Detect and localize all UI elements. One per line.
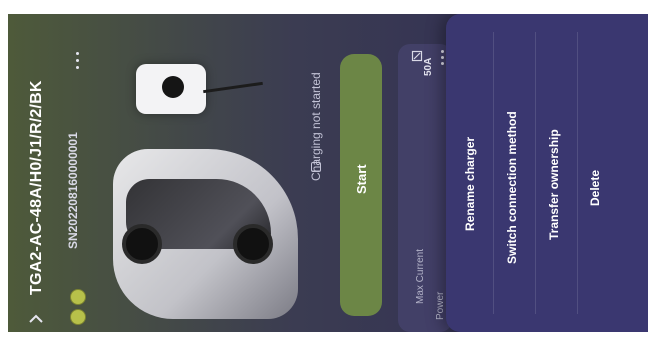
sheet-item-label: Rename charger — [463, 136, 477, 231]
divider — [577, 32, 578, 314]
app-screen: TGA2-AC-48A/H0/J1/R/2/BK SN2022081600000… — [8, 14, 648, 332]
charging-status-text: Charging not started — [309, 72, 323, 181]
card-more-icon[interactable] — [441, 50, 445, 65]
sheet-item-label: Switch connection method — [505, 111, 519, 264]
edit-icon[interactable] — [411, 50, 423, 62]
connection-badge-icon — [70, 309, 86, 325]
start-button-label: Start — [354, 164, 369, 194]
serial-number: SN202208160000001 — [66, 132, 80, 249]
status-badge-icon — [70, 289, 86, 305]
sheet-item-label: Transfer ownership — [547, 129, 561, 240]
divider — [535, 32, 536, 314]
sheet-item-label: Delete — [588, 169, 602, 206]
back-chevron-icon[interactable] — [26, 309, 46, 329]
car-wheel — [122, 224, 162, 264]
charger-title: TGA2-AC-48A/H0/J1/R/2/BK — [28, 80, 45, 295]
power-label: Power — [435, 291, 446, 320]
header-more-icon[interactable] — [76, 52, 80, 70]
max-current-label: Max Current — [415, 248, 426, 304]
car-wheel — [233, 224, 273, 264]
current-value: 50A — [423, 57, 434, 76]
charger-cable — [203, 81, 263, 94]
divider — [493, 32, 494, 314]
charger-image — [136, 64, 206, 114]
